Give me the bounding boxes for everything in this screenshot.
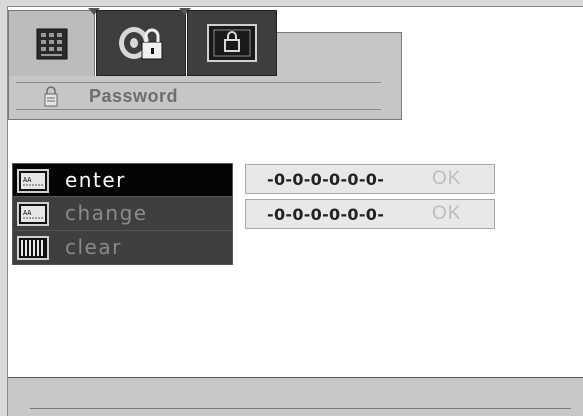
svg-text:AA: AA — [23, 209, 32, 217]
svg-text:AA: AA — [23, 176, 32, 184]
divider — [16, 109, 381, 110]
ok-button[interactable]: OK — [432, 168, 461, 190]
menu-label: clear — [65, 235, 122, 259]
menu-label: change — [65, 201, 148, 225]
code-value: -0-0-0-0-0-0- — [267, 205, 385, 224]
password-menu: AA enter AA change clear — [12, 163, 233, 265]
menu-label: enter — [65, 168, 126, 192]
film-lock-icon — [119, 27, 163, 60]
menu-item-change[interactable]: AA change — [12, 197, 233, 231]
barcode-icon — [17, 236, 49, 260]
code-entry-icon: AA — [17, 169, 49, 193]
divider — [16, 82, 381, 83]
divider — [30, 408, 571, 409]
ok-button[interactable]: OK — [432, 203, 461, 225]
screen-lock-icon — [207, 24, 257, 62]
menu-item-enter[interactable]: AA enter — [12, 163, 233, 197]
tab-keypad[interactable] — [8, 10, 95, 76]
tab-film-lock[interactable] — [96, 10, 186, 76]
page-header: Password — [8, 76, 402, 120]
status-bar — [8, 377, 583, 416]
code-entry-icon: AA — [17, 202, 49, 226]
tab-strip — [277, 32, 402, 76]
lock-icon — [44, 86, 58, 107]
code-field-enter[interactable]: -0-0-0-0-0-0- OK — [245, 164, 495, 194]
page-title: Password — [89, 86, 179, 106]
code-field-change[interactable]: -0-0-0-0-0-0- OK — [245, 199, 495, 229]
tab-screen-lock[interactable] — [187, 10, 277, 76]
menu-item-clear[interactable]: clear — [12, 231, 233, 265]
code-value: -0-0-0-0-0-0- — [267, 170, 385, 189]
keypad-icon — [36, 28, 67, 59]
